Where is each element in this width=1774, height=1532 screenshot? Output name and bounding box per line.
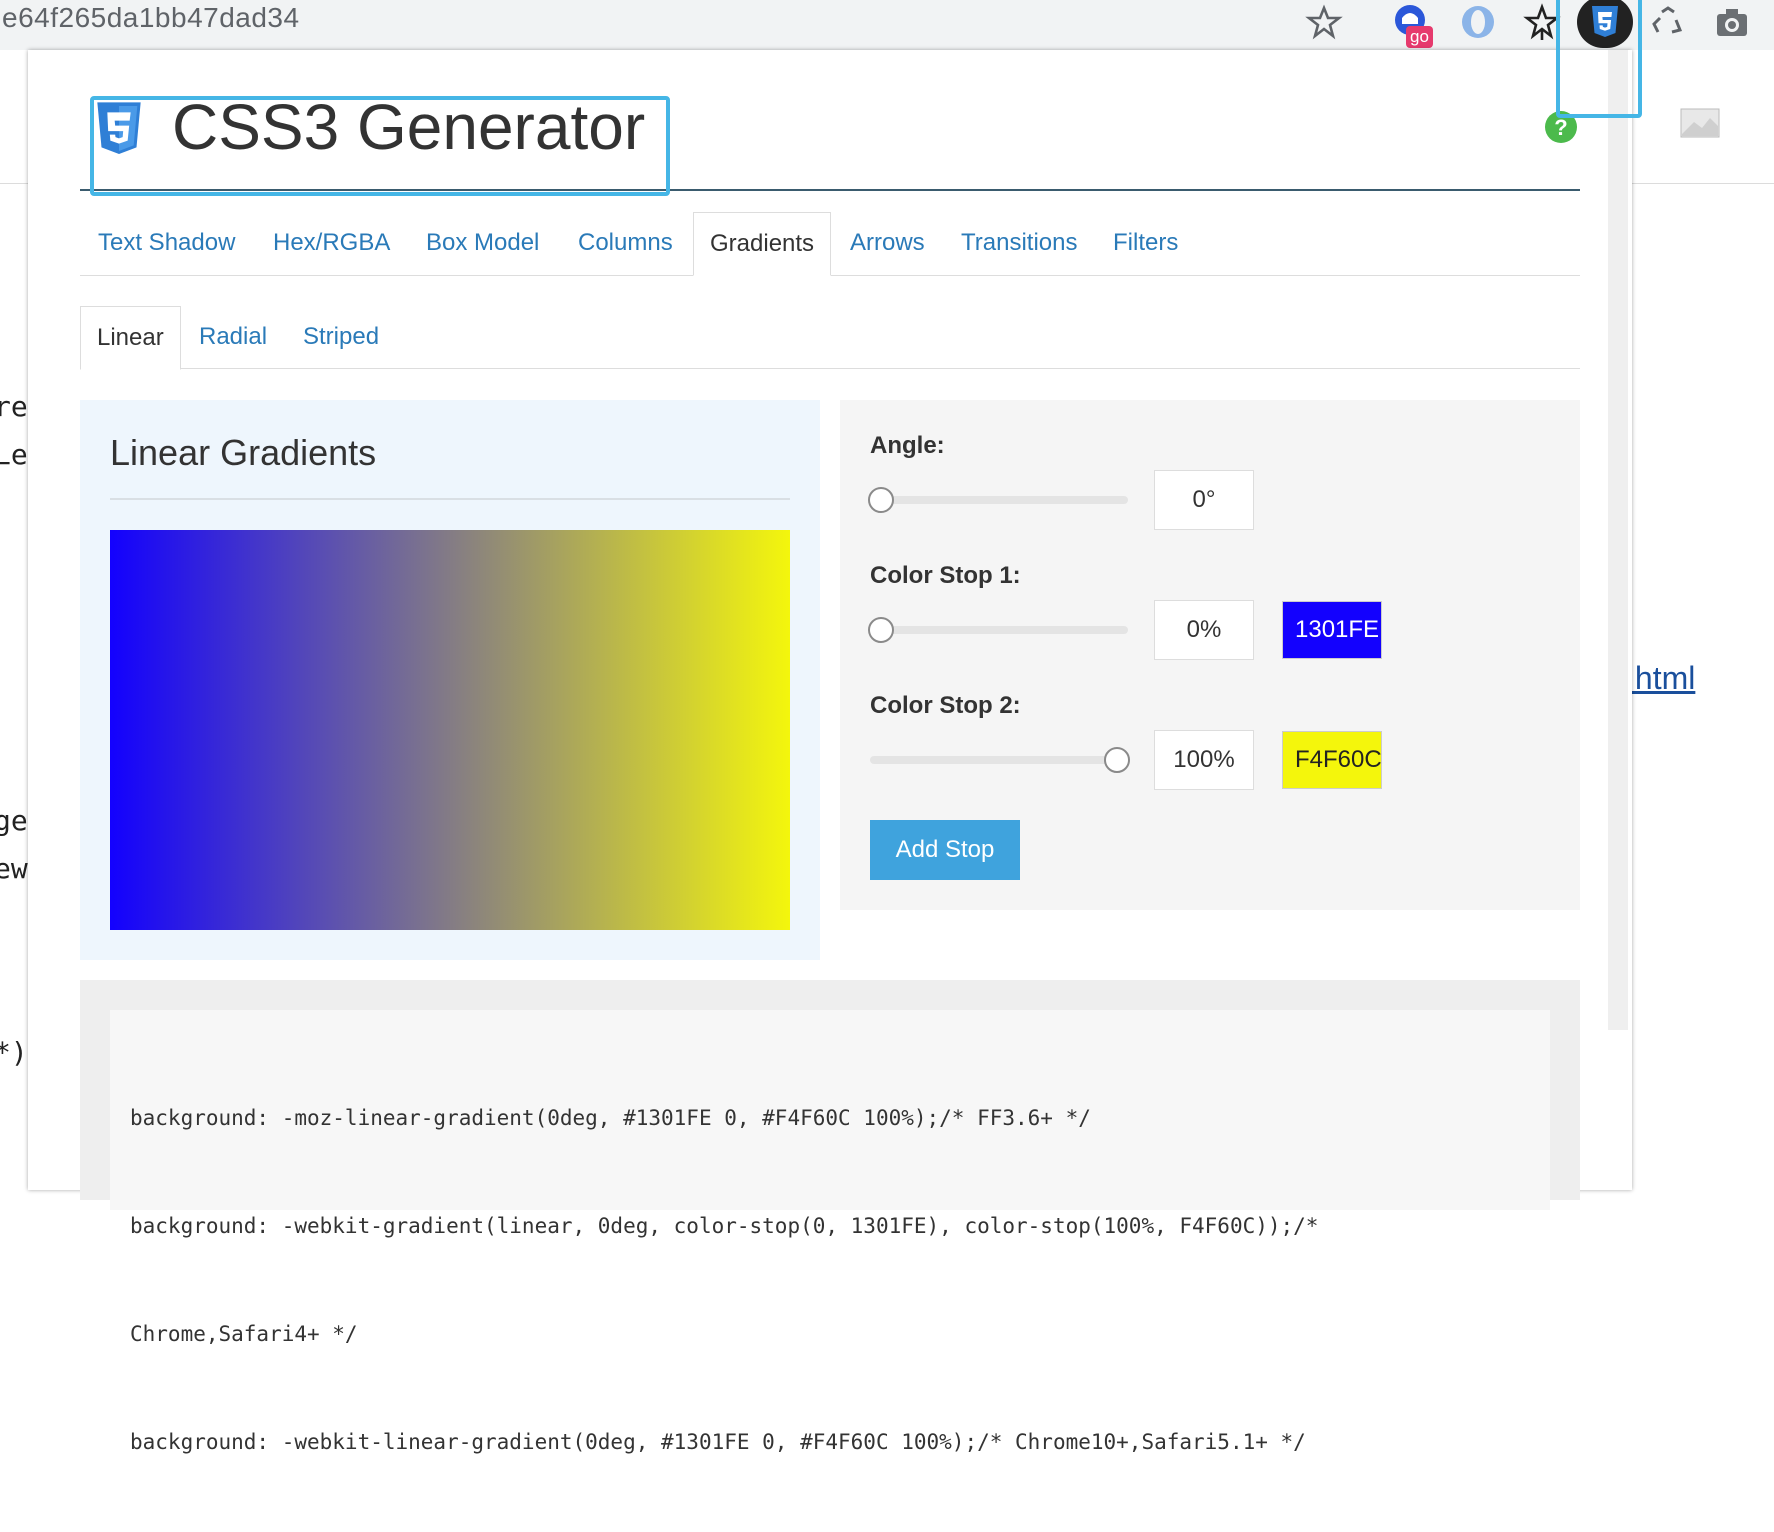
color-stop-1-position-input[interactable]: 0% [1154,600,1254,660]
address-bar-text[interactable]: e64f265da1bb47dad34 [2,2,300,34]
main-tabs: Text Shadow Hex/RGBA Box Model Columns G… [80,212,1580,276]
tab-hex-rgba[interactable]: Hex/RGBA [273,212,390,274]
background-text-fragment: *) [0,1036,28,1069]
go-badge: go [1406,26,1433,48]
color-stop-1-color-input[interactable]: 1301FE [1282,601,1382,659]
image-placeholder-icon [1680,108,1720,138]
panel-divider [110,498,790,500]
color-stop-1-label: Color Stop 1: [870,562,1021,589]
code-line: background: -webkit-gradient(linear, 0de… [130,1214,1319,1238]
gradient-preview-panel: Linear Gradients [80,400,820,960]
gradient-preview [110,530,790,930]
add-stop-button[interactable]: Add Stop [870,820,1020,880]
color-stop-2-color-input[interactable]: F4F60C [1282,731,1382,789]
title-highlight-box [90,96,670,196]
gradient-subtabs: Linear Radial Striped [80,306,1580,370]
tab-gradients[interactable]: Gradients [693,212,832,276]
panel-title: Linear Gradients [110,432,377,473]
tab-box-model[interactable]: Box Model [426,212,539,274]
color-stop-2-slider[interactable] [870,747,1130,773]
background-page-link[interactable]: .html [1626,660,1695,697]
color-stop-1-slider-handle[interactable] [868,617,894,643]
color-stop-2-slider-handle[interactable] [1104,747,1130,773]
color-stop-2-position-input[interactable]: 100% [1154,730,1254,790]
browser-toolbar: e64f265da1bb47dad34 go [0,0,1774,50]
css-code-panel: background: -moz-linear-gradient(0deg, #… [80,980,1580,1454]
tab-columns[interactable]: Columns [578,212,673,274]
angle-input[interactable]: 0° [1154,470,1254,530]
color-stop-2-label: Color Stop 2: [870,692,1021,719]
tab-transitions[interactable]: Transitions [961,212,1077,274]
popup-scrollbar[interactable] [1608,50,1628,1030]
angle-slider-handle[interactable] [868,487,894,513]
css-code-output[interactable]: background: -moz-linear-gradient(0deg, #… [110,1010,1550,1454]
color-stop-1-slider[interactable] [868,617,1128,643]
subtab-linear[interactable]: Linear [80,306,181,370]
tab-filters[interactable]: Filters [1113,212,1178,274]
code-line: background: -webkit-linear-gradient(0deg… [130,1430,1306,1454]
star-icon[interactable] [1304,2,1344,42]
camera-icon[interactable] [1712,2,1752,42]
angle-slider[interactable] [868,487,1128,513]
opera-icon[interactable] [1458,2,1498,42]
subtab-striped[interactable]: Striped [303,306,379,368]
tab-arrows[interactable]: Arrows [850,212,925,274]
subtab-radial[interactable]: Radial [199,306,267,368]
recycle-icon[interactable] [1648,2,1688,42]
code-line: Chrome,Safari4+ */ [130,1322,358,1346]
code-line: background: -moz-linear-gradient(0deg, #… [130,1106,1091,1130]
angle-label: Angle: [870,432,945,459]
go-extension-icon[interactable]: go [1392,2,1433,48]
extension-highlight-box [1556,0,1642,118]
tab-text-shadow[interactable]: Text Shadow [98,212,235,274]
svg-text:?: ? [1554,115,1567,140]
gradient-controls-panel: Angle: 0° Color Stop 1: 0% 1301FE Color … [840,400,1580,910]
